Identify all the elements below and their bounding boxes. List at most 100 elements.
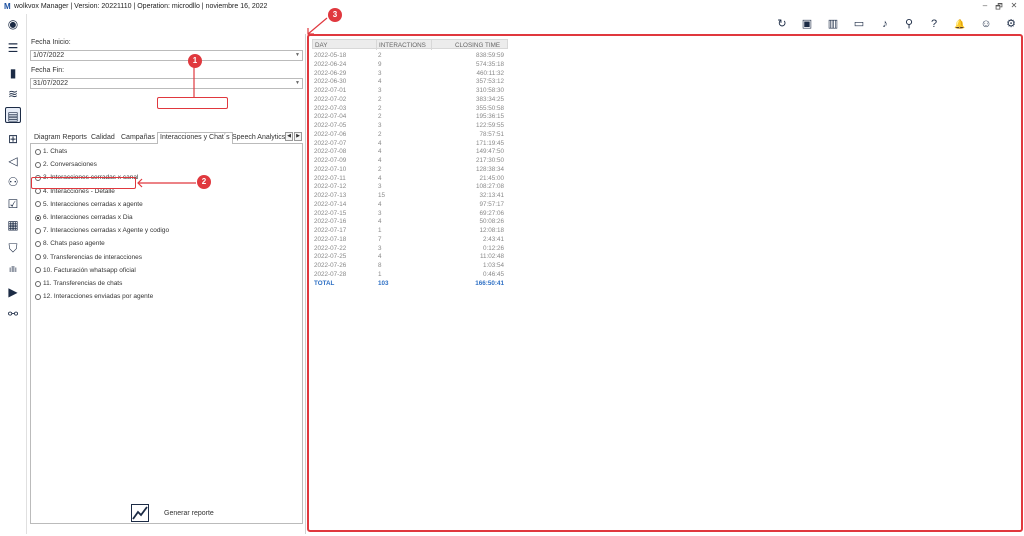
report-option-label: 1. Chats [43, 148, 68, 155]
minimize-button[interactable]: – [980, 1, 990, 10]
voicemail-icon[interactable]: ⚯ [5, 306, 21, 322]
music-note-icon[interactable]: ♪ [878, 17, 892, 31]
table-row[interactable]: 2022-07-01 3 310:58:30 [312, 86, 508, 95]
help-icon[interactable]: ? [927, 17, 941, 31]
column-header-closing-time[interactable]: CLOSING TIME [455, 42, 500, 49]
report-option[interactable]: 11. Transferencias de chats [35, 280, 122, 287]
contact-card-icon[interactable]: ▭ [852, 17, 866, 31]
account-icon[interactable]: ☺ [979, 17, 993, 31]
megaphone-icon[interactable]: ◁ [5, 153, 21, 169]
tab-diagram-reports[interactable]: Diagram Reports [34, 134, 87, 141]
table-cell: 2022-06-30 [314, 78, 347, 86]
menu-icon[interactable]: ☰ [5, 40, 21, 56]
reports-icon[interactable]: ▤ [5, 107, 21, 123]
org-chart-icon[interactable]: ⊞ [5, 131, 21, 147]
table-cell: 2 [378, 95, 382, 103]
radio-button[interactable] [35, 227, 41, 234]
start-date-field[interactable]: 1/07/2022 ▼ [30, 50, 303, 61]
table-cell: TOTAL [314, 279, 335, 287]
column-header-interactions[interactable]: INTERACTIONS [379, 42, 426, 49]
table-row[interactable]: 2022-07-15 3 69:27:06 [312, 209, 508, 218]
table-row[interactable]: 2022-07-06 2 78:57:51 [312, 130, 508, 139]
checklist-icon[interactable]: ☑ [5, 196, 21, 212]
book-icon[interactable]: ▥ [826, 17, 840, 31]
table-row[interactable]: 2022-07-02 2 383:34:25 [312, 95, 508, 104]
refresh-icon[interactable]: ↻ [775, 17, 789, 31]
report-option[interactable]: 5. Interacciones cerradas x agente [35, 201, 143, 208]
audio-wave-icon[interactable]: ıllı [5, 262, 21, 278]
end-date-field[interactable]: 31/07/2022 ▼ [30, 78, 303, 89]
table-row[interactable]: 2022-07-16 4 50:08:26 [312, 217, 508, 226]
table-total-row[interactable]: TOTAL 103 166:50:41 [312, 279, 508, 288]
tab-speech-analytics[interactable]: Speech Analytics [232, 134, 285, 141]
restore-button[interactable]: 🗗 [994, 1, 1004, 15]
report-option[interactable]: 10. Facturación whatsapp oficial [35, 267, 136, 274]
table-row[interactable]: 2022-07-03 2 355:50:58 [312, 104, 508, 113]
chevron-down-icon[interactable]: ▼ [295, 79, 300, 88]
radio-button[interactable] [35, 280, 41, 287]
radio-button[interactable] [35, 254, 41, 261]
report-option[interactable]: 2. Conversaciones [35, 161, 97, 168]
table-row[interactable]: 2022-07-22 3 0:12:26 [312, 244, 508, 253]
column-separator[interactable] [376, 40, 377, 50]
report-option[interactable]: 9. Transferencias de interacciones [35, 254, 142, 261]
table-row[interactable]: 2022-06-24 9 574:35:18 [312, 60, 508, 69]
tab-scroll-left-icon[interactable]: ◀ [285, 132, 293, 141]
tab-campanas[interactable]: Campañas [121, 134, 155, 141]
calculator-icon[interactable]: ▦ [5, 217, 21, 233]
users-icon[interactable]: ⚇ [5, 174, 21, 190]
video-icon[interactable]: ▶ [5, 284, 21, 300]
bell-icon[interactable]: 🔔 [953, 17, 967, 31]
table-row[interactable]: 2022-07-14 4 97:57:17 [312, 200, 508, 209]
radio-button[interactable] [35, 267, 41, 274]
table-row[interactable]: 2022-07-10 2 128:38:34 [312, 165, 508, 174]
radio-button[interactable] [35, 214, 41, 221]
radio-button[interactable] [35, 293, 41, 300]
column-separator[interactable] [431, 40, 432, 50]
table-row[interactable]: 2022-07-17 1 12:08:18 [312, 226, 508, 235]
radio-button[interactable] [35, 240, 41, 247]
report-option[interactable]: 7. Interacciones cerradas x Agente y cod… [35, 227, 169, 234]
report-option[interactable]: 8. Chats paso agente [35, 240, 105, 247]
radio-button[interactable] [35, 201, 41, 208]
report-option[interactable]: 1. Chats [35, 148, 67, 155]
table-row[interactable]: 2022-07-25 4 11:02:48 [312, 252, 508, 261]
radio-button[interactable] [35, 148, 41, 155]
table-cell: 2022-07-17 [314, 227, 347, 234]
table-row[interactable]: 2022-07-07 4 171:19:45 [312, 139, 508, 148]
column-header-day[interactable]: DAY [315, 42, 327, 49]
table-row[interactable]: 2022-06-30 4 357:53:12 [312, 77, 508, 86]
tab-calidad[interactable]: Calidad [91, 134, 115, 141]
table-row[interactable]: 2022-07-04 2 195:36:15 [312, 112, 508, 121]
tab-interacciones-chats[interactable]: Interacciones y Chat´s [157, 132, 233, 144]
table-row[interactable]: 2022-07-13 15 32:13:41 [312, 191, 508, 200]
bar-chart-icon[interactable]: ▮ [5, 65, 21, 81]
table-cell: 4 [378, 78, 382, 86]
table-cell: 4 [378, 139, 382, 147]
table-cell: 2022-07-02 [314, 95, 347, 103]
generate-report-button[interactable]: Generar reporte [131, 504, 251, 526]
close-button[interactable]: ✕ [1009, 1, 1019, 10]
report-option[interactable]: 12. Interacciones enviadas por agente [35, 293, 153, 300]
microphone-icon[interactable]: ⚲ [902, 17, 916, 31]
briefcase-icon[interactable]: ▣ [800, 17, 814, 31]
table-row[interactable]: 2022-07-11 4 21:45:00 [312, 174, 508, 183]
table-cell: 122:59:55 [475, 122, 504, 129]
radio-button[interactable] [35, 161, 41, 168]
analytics-icon[interactable]: ≋ [5, 86, 21, 102]
table-row[interactable]: 2022-07-05 3 122:59:55 [312, 121, 508, 130]
table-row[interactable]: 2022-06-29 3 460:11:32 [312, 69, 508, 78]
table-row[interactable]: 2022-05-18 2 838:59:59 [312, 51, 508, 60]
table-row[interactable]: 2022-07-12 3 108:27:08 [312, 182, 508, 191]
table-row[interactable]: 2022-07-09 4 217:30:50 [312, 156, 508, 165]
table-row[interactable]: 2022-07-28 1 0:46:45 [312, 270, 508, 279]
settings-icon[interactable]: ⚙ [1004, 17, 1018, 31]
report-option[interactable]: 6. Interacciones cerradas x Dia [35, 214, 133, 221]
tab-scroll-right-icon[interactable]: ▶ [294, 132, 302, 141]
table-row[interactable]: 2022-07-18 7 2:43:41 [312, 235, 508, 244]
table-row[interactable]: 2022-07-08 4 149:47:50 [312, 147, 508, 156]
table-row[interactable]: 2022-07-26 8 1:03:54 [312, 261, 508, 270]
shield-icon[interactable]: ⛉ [5, 240, 21, 256]
user-avatar-icon[interactable]: ◉ [5, 16, 21, 32]
chevron-down-icon[interactable]: ▼ [295, 51, 300, 60]
